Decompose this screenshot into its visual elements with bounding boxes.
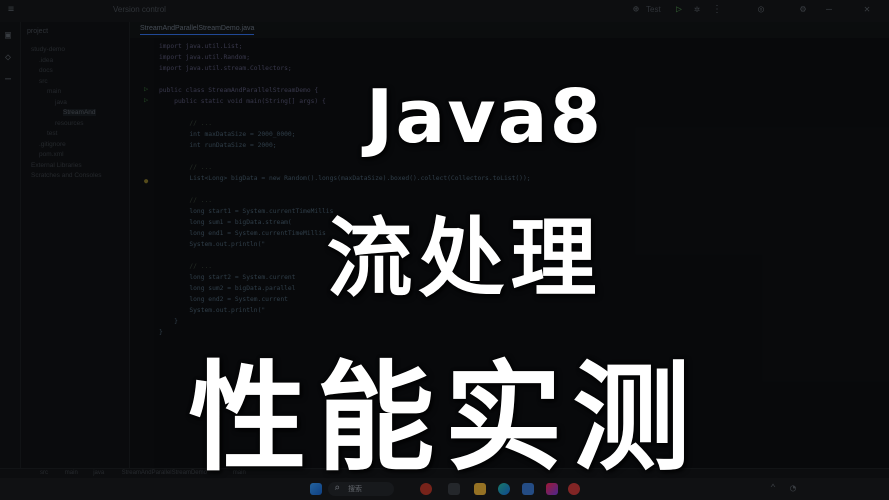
headline-stream-processing: 流处理 — [326, 209, 603, 309]
screen: ≡ Version control ⊕ Test ▷ ✲ ⋮ ◎ ⚙ — ✕ ▣… — [0, 0, 889, 500]
headline-java8: Java8 — [365, 74, 604, 160]
headline-performance-test: 性能实测 — [188, 349, 701, 487]
